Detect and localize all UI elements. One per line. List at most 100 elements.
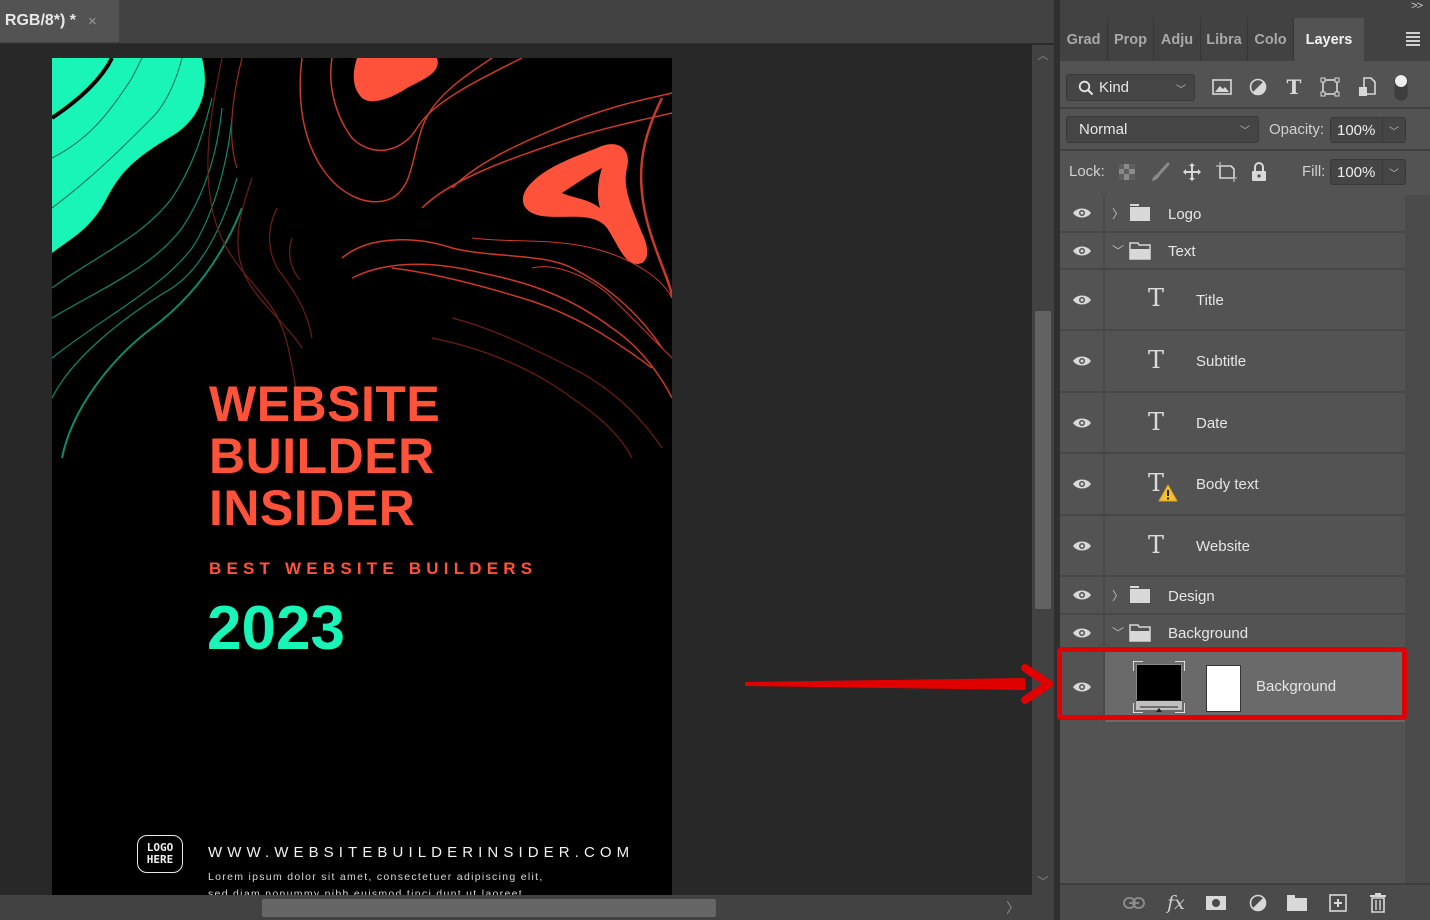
visibility-toggle[interactable] [1060,516,1105,575]
layers-list[interactable]: 〉 Logo ﹀ Text T Title T Subtitle T Date … [1060,195,1405,883]
red-blob-top [353,58,438,102]
visibility-toggle[interactable] [1060,454,1105,514]
visibility-toggle[interactable] [1060,195,1105,231]
open-folder-icon [1129,624,1151,642]
poster-title-line: WEBSITE [209,376,441,432]
tab-color[interactable]: Colo [1248,18,1294,61]
chevron-down-icon[interactable]: ﹀ [1383,123,1405,138]
tab-properties[interactable]: Prop [1108,18,1154,61]
panel-menu-icon[interactable] [1406,32,1420,48]
filter-kind-select[interactable]: Kind ﹀ [1066,74,1195,101]
shape-filter-icon[interactable] [1319,76,1341,98]
layer-text-website[interactable]: T Website [1060,516,1405,577]
horizontal-scrollbar[interactable]: 〉 [0,895,1032,920]
fill-label: Fill: [1302,163,1326,180]
visibility-toggle[interactable] [1060,577,1105,613]
lock-transparent-pixels-icon[interactable] [1116,161,1138,183]
layer-effects-icon[interactable]: fx [1164,891,1188,915]
layer-text-title[interactable]: T Title [1060,270,1405,331]
folder-icon [1130,586,1150,603]
body-text-line: sed diam nonummy nibh euismod tinci dunt… [208,888,528,895]
new-layer-icon[interactable] [1326,891,1350,915]
collapse-panels-icon[interactable]: >> [1411,0,1423,12]
chevron-down-icon[interactable]: ﹀ [1112,624,1124,641]
layer-text-subtitle[interactable]: T Subtitle [1060,331,1405,393]
scroll-down-icon[interactable]: ﹀ [1032,873,1054,889]
document-tab[interactable]: , RGB/8*) * × [0,0,119,42]
layer-group-background[interactable]: ﹀ Background [1060,615,1405,652]
fill-value[interactable]: 100% [1331,160,1383,184]
text-layer-icon: T [1148,346,1165,374]
layer-text-date[interactable]: T Date [1060,393,1405,454]
fill-layer-indicator [1136,700,1182,712]
vertical-scroll-thumb[interactable] [1035,311,1051,609]
tab-gradients[interactable]: Grad [1060,18,1108,61]
visibility-toggle[interactable] [1060,270,1105,329]
vertical-scrollbar[interactable]: ︿ ﹀ [1032,45,1054,895]
visibility-toggle[interactable] [1060,233,1105,268]
layer-name: Body text [1196,476,1259,493]
poster-website: WWW.WEBSITEBUILDERINSIDER.COM [208,844,635,861]
visibility-toggle[interactable] [1060,331,1105,391]
eye-icon [1072,295,1091,304]
visibility-toggle[interactable] [1060,615,1105,650]
chevron-right-icon[interactable]: 〉 [1112,205,1124,222]
horizontal-scroll-thumb[interactable] [262,899,716,917]
poster-body-text: Lorem ipsum dolor sit amet, consectetuer… [208,869,544,895]
delete-layer-icon[interactable] [1366,891,1390,915]
new-group-icon[interactable] [1285,891,1309,915]
eye-icon [1072,590,1091,600]
scroll-up-icon[interactable]: ︿ [1032,47,1054,63]
eye-icon [1072,628,1091,637]
adjustment-filter-icon[interactable] [1247,76,1269,98]
layer-text-body[interactable]: T Body text [1060,454,1405,516]
layer-name: Design [1168,588,1215,605]
layer-name: Logo [1168,206,1202,223]
scroll-right-icon[interactable]: 〉 [1006,898,1020,918]
layer-background-fill[interactable]: Background [1060,652,1405,722]
chevron-down-icon[interactable]: ﹀ [1383,165,1405,180]
chevron-down-icon[interactable]: ﹀ [1112,242,1124,259]
eye-icon [1072,541,1091,550]
layer-thumbnail[interactable] [1133,661,1185,713]
chevron-right-icon[interactable]: 〉 [1112,587,1124,604]
add-mask-icon[interactable] [1204,891,1228,915]
warning-icon [1158,484,1178,502]
link-layers-icon[interactable] [1122,891,1146,915]
lock-all-icon[interactable] [1248,161,1270,183]
tab-libraries[interactable]: Libra [1201,18,1248,61]
eye-icon [1072,208,1091,218]
close-icon[interactable]: × [88,13,97,30]
divider [1060,107,1430,109]
fill-field[interactable]: 100% ﹀ [1330,159,1406,185]
tab-adjustments[interactable]: Adju [1154,18,1201,61]
poster-date: 2023 [207,594,345,663]
blend-mode-select[interactable]: Normal ﹀ [1066,116,1259,143]
lock-image-pixels-icon[interactable] [1149,161,1171,183]
lock-position-icon[interactable] [1181,161,1203,183]
eye-icon [1072,479,1091,489]
layers-scroll-track[interactable] [1405,195,1430,883]
opacity-value[interactable]: 100% [1331,118,1383,142]
lock-artboard-icon[interactable] [1215,161,1237,183]
text-layer-icon: T [1148,531,1165,559]
layers-bottom-toolbar: fx [1060,883,1430,920]
filter-toggle-icon[interactable] [1390,72,1412,102]
smart-object-filter-icon[interactable] [1356,76,1378,98]
image-filter-icon[interactable] [1211,76,1233,98]
layer-group-design[interactable]: 〉 Design [1060,577,1405,615]
type-filter-icon[interactable]: T [1283,75,1305,99]
tab-layers[interactable]: Layers [1294,18,1364,61]
logo-text-line: HERE [146,853,174,866]
visibility-toggle[interactable] [1060,652,1105,722]
layer-group-text[interactable]: ﹀ Text [1060,233,1405,270]
new-adjustment-layer-icon[interactable] [1246,891,1270,915]
panel-tabs: Grad Prop Adju Libra Colo Layers [1060,18,1430,61]
canvas-area[interactable]: WEBSITE BUILDER INSIDER BEST WEBSITE BUI… [0,45,1032,895]
poster-title-line: INSIDER [209,480,416,536]
visibility-toggle[interactable] [1060,393,1105,452]
layer-group-logo[interactable]: 〉 Logo [1060,195,1405,233]
poster-subtitle: BEST WEBSITE BUILDERS [209,559,538,578]
opacity-field[interactable]: 100% ﹀ [1330,117,1406,143]
layer-mask-thumbnail[interactable] [1206,665,1241,712]
